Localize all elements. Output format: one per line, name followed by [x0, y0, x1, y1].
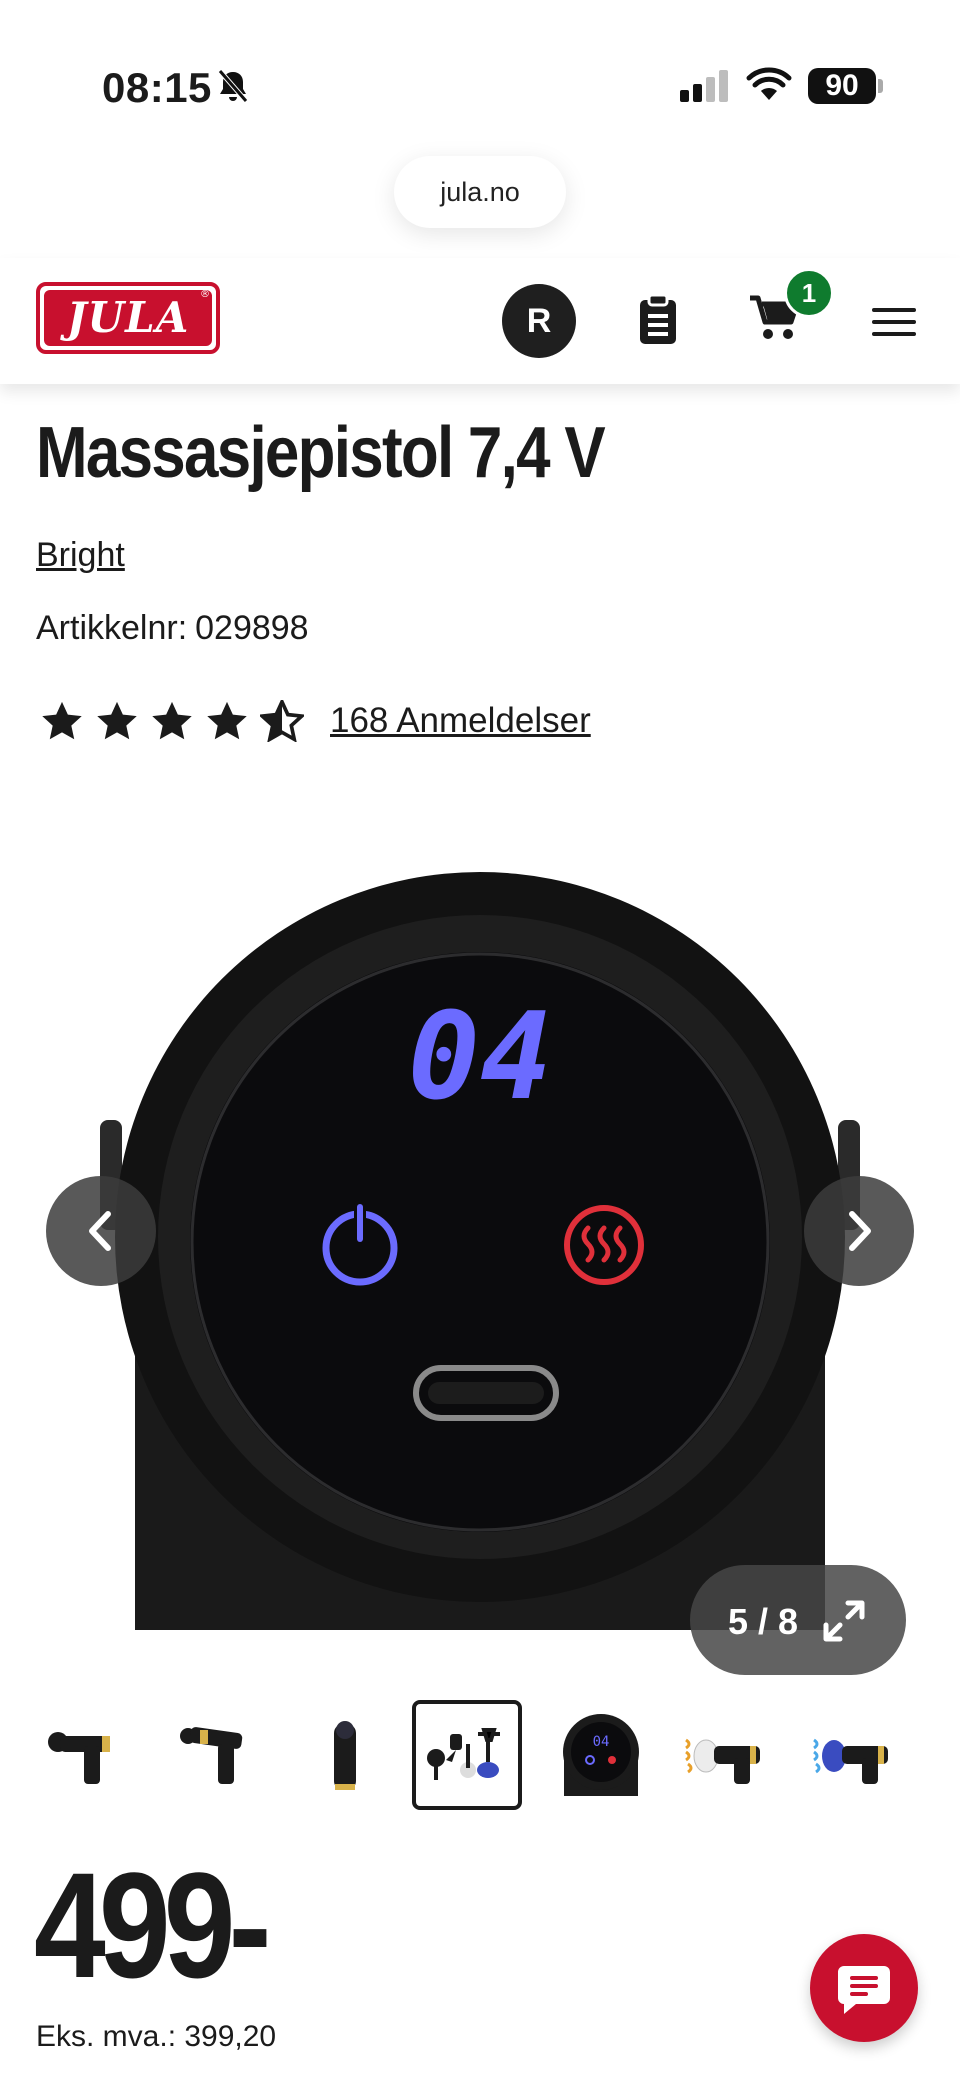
- heat-cool-thumbnail: [813, 1738, 888, 1784]
- brand-link[interactable]: Bright: [36, 536, 125, 575]
- star-full-icon: [42, 701, 82, 740]
- site-header: JULA ® R 1: [0, 258, 960, 384]
- price-excl-vat: Eks. mva.: 399,20: [36, 2020, 277, 2053]
- clipboard-list-icon[interactable]: [636, 293, 680, 351]
- thumbnail-item[interactable]: [672, 1700, 782, 1810]
- thumbnail-item[interactable]: [160, 1700, 270, 1810]
- logo-text: JULA: [44, 290, 212, 346]
- thumbnail-item[interactable]: [800, 1700, 910, 1810]
- svg-text:04: 04: [593, 1734, 610, 1750]
- gallery-counter-button[interactable]: 5 / 8: [690, 1565, 906, 1675]
- thumbnail-item[interactable]: 04: [546, 1700, 656, 1810]
- chevron-right-icon: [849, 1211, 871, 1251]
- expand-fullscreen-icon: [820, 1597, 868, 1650]
- gallery-next-button[interactable]: [804, 1176, 914, 1286]
- thumbnail-strip: 04: [0, 1700, 960, 1816]
- url-bar[interactable]: jula.no: [394, 156, 566, 228]
- hamburger-menu-icon[interactable]: [872, 306, 916, 343]
- status-bar: 08:15 90: [0, 0, 960, 150]
- wifi-icon: [746, 66, 792, 107]
- image-counter: 5 / 8: [728, 1601, 799, 1642]
- thumbnail-item[interactable]: [290, 1700, 400, 1810]
- battery-cap: [878, 79, 883, 93]
- cellular-signal-icon: [680, 70, 732, 107]
- product-image-gallery[interactable]: 04 5 / 8: [0, 790, 960, 1675]
- account-avatar-button[interactable]: R: [502, 284, 576, 358]
- chat-button[interactable]: [810, 1934, 918, 2042]
- article-number-label: Artikkelnr:: [36, 609, 188, 647]
- star-full-icon: [207, 701, 247, 740]
- attachments-thumbnail: [427, 1728, 500, 1780]
- chat-bubble-icon: [838, 1966, 890, 2014]
- chevron-left-icon: [89, 1211, 111, 1251]
- massage-gun-thumbnail: [180, 1727, 243, 1784]
- article-number-value: 029898: [195, 609, 309, 647]
- product-title: Massasjepistol 7,4 V: [36, 413, 606, 493]
- star-full-icon: [97, 701, 137, 740]
- thumbnail-item-active[interactable]: [412, 1700, 522, 1810]
- massage-gun-thumbnail: [334, 1721, 356, 1790]
- star-half-icon: [260, 700, 304, 742]
- registered-mark: ®: [200, 289, 210, 300]
- control-panel-thumbnail: 04: [563, 1714, 639, 1796]
- article-number: Artikkelnr: 029898: [36, 609, 309, 648]
- product-price: 499-: [34, 1841, 272, 2009]
- gallery-prev-button[interactable]: [46, 1176, 156, 1286]
- heat-warm-thumbnail: [685, 1738, 760, 1784]
- reviews-link[interactable]: 168 Anmeldelser: [330, 701, 591, 741]
- massage-gun-thumbnail: [48, 1732, 110, 1784]
- star-full-icon: [152, 701, 192, 740]
- display-digits: 04: [408, 988, 553, 1127]
- silent-bell-icon: [216, 68, 250, 109]
- rating-stars: [40, 700, 304, 742]
- battery-indicator: 90: [808, 68, 876, 104]
- jula-logo[interactable]: JULA ®: [36, 282, 220, 354]
- thumbnail-item[interactable]: [30, 1700, 140, 1810]
- status-time: 08:15: [102, 64, 212, 111]
- cart-count-badge: 1: [784, 268, 834, 318]
